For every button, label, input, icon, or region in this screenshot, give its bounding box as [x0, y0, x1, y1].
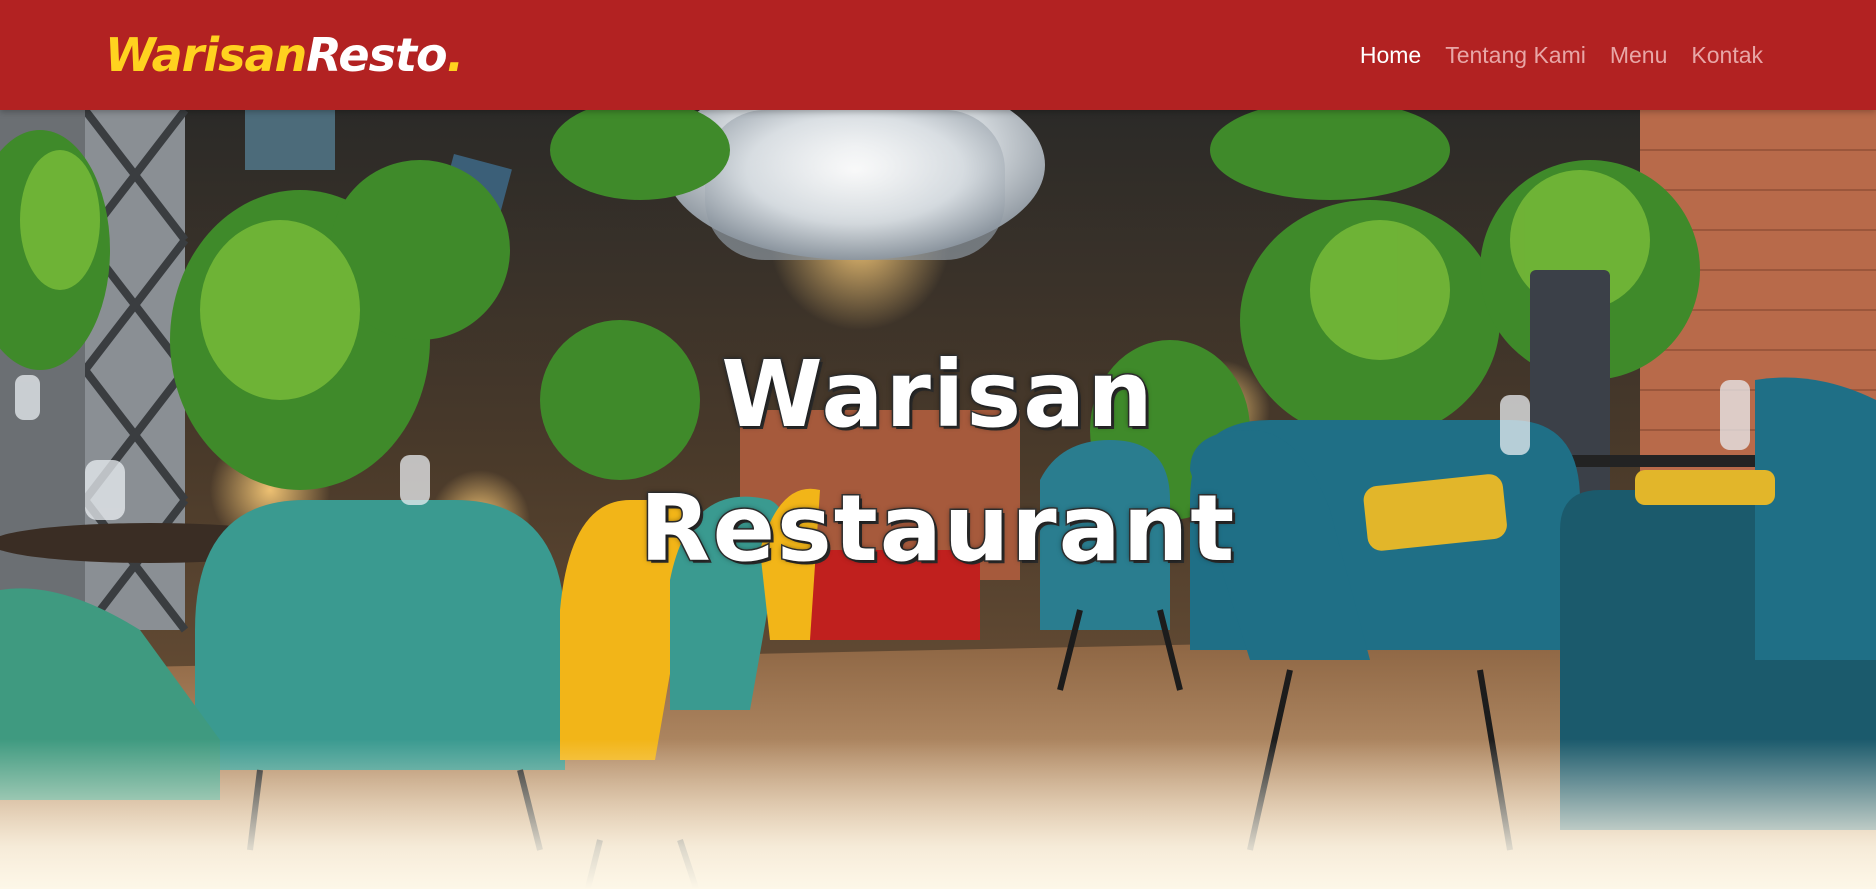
nav-link-home[interactable]: Home [1360, 42, 1421, 68]
nav-link-menu[interactable]: Menu [1610, 42, 1668, 68]
navbar: WarisanResto. Home Tentang Kami Menu Kon… [0, 0, 1876, 110]
hero-section: Warisan Restaurant [0, 110, 1876, 889]
hero-title: Warisan Restaurant [0, 328, 1876, 596]
brand-logo-part1: Warisan [105, 28, 307, 82]
nav-link-kontak[interactable]: Kontak [1691, 42, 1763, 68]
hero-title-line2: Restaurant [638, 474, 1237, 584]
hero-bottom-fade [0, 739, 1876, 889]
nav-menu: Home Tentang Kami Menu Kontak [1360, 42, 1763, 69]
nav-link-tentang-kami[interactable]: Tentang Kami [1445, 42, 1586, 68]
brand-logo-dot: . [446, 28, 465, 82]
hero-title-line1: Warisan [720, 340, 1155, 450]
brand-logo[interactable]: WarisanResto. [105, 28, 465, 82]
brand-logo-part2: Resto [306, 28, 447, 82]
